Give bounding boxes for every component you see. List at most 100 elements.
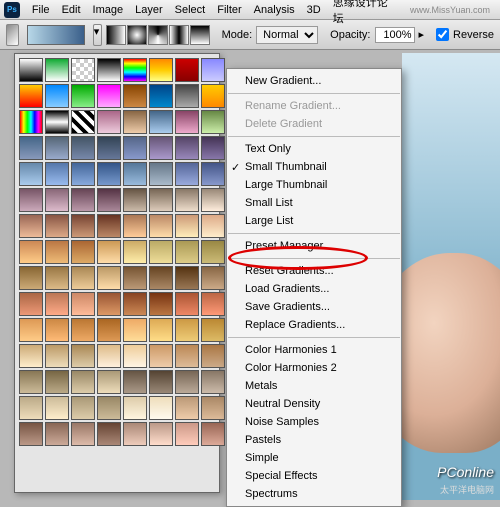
menu-text-only[interactable]: Text Only <box>227 140 401 158</box>
gradient-swatch[interactable] <box>123 58 147 82</box>
gradient-swatch[interactable] <box>97 188 121 212</box>
gradient-swatch[interactable] <box>19 266 43 290</box>
gradient-swatch[interactable] <box>201 422 225 446</box>
menu-edit[interactable]: Edit <box>56 4 87 16</box>
gradient-swatch[interactable] <box>45 214 69 238</box>
angle-gradient-btn[interactable] <box>148 25 168 45</box>
menu-file[interactable]: File <box>26 4 56 16</box>
gradient-swatch[interactable] <box>45 240 69 264</box>
gradient-swatch[interactable] <box>201 58 225 82</box>
menu-simple[interactable]: Simple <box>227 449 401 467</box>
gradient-swatch[interactable] <box>123 292 147 316</box>
gradient-swatch[interactable] <box>71 318 95 342</box>
gradient-swatch[interactable] <box>123 162 147 186</box>
gradient-swatch[interactable] <box>175 318 199 342</box>
gradient-swatch[interactable] <box>149 266 173 290</box>
menu-image[interactable]: Image <box>87 4 130 16</box>
gradient-swatch[interactable] <box>71 162 95 186</box>
gradient-swatch[interactable] <box>123 110 147 134</box>
menu-preset-manager[interactable]: Preset Manager... <box>227 237 401 255</box>
gradient-swatch[interactable] <box>97 240 121 264</box>
gradient-swatch[interactable] <box>45 422 69 446</box>
gradient-swatch[interactable] <box>71 58 95 82</box>
gradient-swatch[interactable] <box>71 396 95 420</box>
gradient-swatch[interactable] <box>149 240 173 264</box>
menu-save-gradients[interactable]: Save Gradients... <box>227 298 401 316</box>
menu-spectrums[interactable]: Spectrums <box>227 485 401 503</box>
gradient-preview[interactable] <box>27 25 84 45</box>
gradient-swatch[interactable] <box>19 188 43 212</box>
gradient-swatch[interactable] <box>97 292 121 316</box>
gradient-swatch[interactable] <box>201 110 225 134</box>
gradient-swatch[interactable] <box>19 240 43 264</box>
gradient-swatch[interactable] <box>149 136 173 160</box>
gradient-swatch[interactable] <box>123 344 147 368</box>
gradient-swatch[interactable] <box>175 240 199 264</box>
tool-gradient[interactable] <box>6 24 19 46</box>
menu-small-thumbnail[interactable]: Small Thumbnail <box>227 158 401 176</box>
gradient-swatch[interactable] <box>45 292 69 316</box>
gradient-swatch[interactable] <box>19 292 43 316</box>
gradient-swatch[interactable] <box>149 318 173 342</box>
menu-replace-gradients[interactable]: Replace Gradients... <box>227 316 401 334</box>
gradient-swatch[interactable] <box>97 84 121 108</box>
gradient-swatch[interactable] <box>175 344 199 368</box>
gradient-swatch[interactable] <box>123 318 147 342</box>
menu-select[interactable]: Select <box>169 4 212 16</box>
gradient-swatch[interactable] <box>19 110 43 134</box>
menu-filter[interactable]: Filter <box>211 4 247 16</box>
gradient-swatch[interactable] <box>19 422 43 446</box>
gradient-swatch[interactable] <box>97 318 121 342</box>
menu-3d[interactable]: 3D <box>301 4 327 16</box>
menu-analysis[interactable]: Analysis <box>248 4 301 16</box>
gradient-swatch[interactable] <box>201 162 225 186</box>
gradient-swatch[interactable] <box>149 110 173 134</box>
linear-gradient-btn[interactable] <box>106 25 126 45</box>
dropdown-icon[interactable]: ▸ <box>419 28 425 41</box>
gradient-swatch[interactable] <box>19 370 43 394</box>
gradient-swatch[interactable] <box>71 188 95 212</box>
mode-select[interactable]: Normal <box>256 26 318 44</box>
gradient-swatch[interactable] <box>97 162 121 186</box>
menu-extra[interactable]: 思缘设计论坛 <box>327 0 404 26</box>
gradient-swatch[interactable] <box>71 110 95 134</box>
gradient-swatch[interactable] <box>175 266 199 290</box>
gradient-swatch[interactable] <box>123 396 147 420</box>
gradient-swatch[interactable] <box>175 396 199 420</box>
gradient-swatch[interactable] <box>97 266 121 290</box>
gradient-swatch[interactable] <box>123 84 147 108</box>
gradient-swatch[interactable] <box>201 266 225 290</box>
gradient-swatch[interactable] <box>175 84 199 108</box>
gradient-swatch[interactable] <box>201 292 225 316</box>
gradient-swatch[interactable] <box>71 214 95 238</box>
gradient-swatch[interactable] <box>175 422 199 446</box>
dropdown-icon[interactable]: ▾ <box>93 24 102 46</box>
gradient-swatch[interactable] <box>149 188 173 212</box>
gradient-swatch[interactable] <box>201 396 225 420</box>
gradient-swatch[interactable] <box>97 58 121 82</box>
gradient-swatch[interactable] <box>175 110 199 134</box>
gradient-swatch[interactable] <box>123 370 147 394</box>
gradient-swatch[interactable] <box>97 214 121 238</box>
gradient-swatch[interactable] <box>149 292 173 316</box>
gradient-swatch[interactable] <box>123 188 147 212</box>
gradient-swatch[interactable] <box>45 84 69 108</box>
radial-gradient-btn[interactable] <box>127 25 147 45</box>
menu-new-gradient[interactable]: New Gradient... <box>227 72 401 90</box>
gradient-swatch[interactable] <box>201 240 225 264</box>
gradient-swatch[interactable] <box>71 84 95 108</box>
gradient-swatch[interactable] <box>19 396 43 420</box>
gradient-swatch[interactable] <box>45 396 69 420</box>
gradient-swatch[interactable] <box>149 422 173 446</box>
menu-load-gradients[interactable]: Load Gradients... <box>227 280 401 298</box>
gradient-swatch[interactable] <box>19 344 43 368</box>
reverse-checkbox[interactable] <box>436 28 449 41</box>
gradient-swatch[interactable] <box>123 422 147 446</box>
gradient-swatch[interactable] <box>123 214 147 238</box>
gradient-swatch[interactable] <box>123 136 147 160</box>
gradient-swatch[interactable] <box>175 58 199 82</box>
gradient-swatch[interactable] <box>201 188 225 212</box>
gradient-swatch[interactable] <box>97 136 121 160</box>
gradient-swatch[interactable] <box>149 370 173 394</box>
menu-small-list[interactable]: Small List <box>227 194 401 212</box>
